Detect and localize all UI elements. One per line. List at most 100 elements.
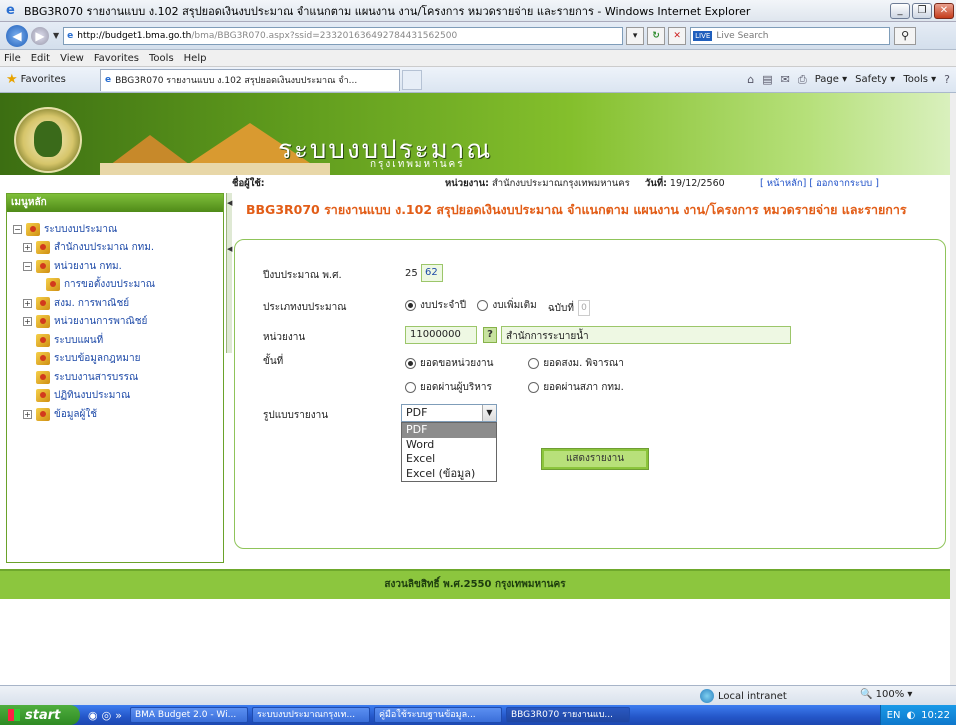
help-icon[interactable]: ? bbox=[944, 73, 950, 86]
collapse-icon[interactable]: − bbox=[23, 261, 32, 271]
sidebar-item[interactable]: − หน่วยงาน กทม. bbox=[13, 257, 223, 276]
menu-node-icon bbox=[36, 259, 50, 273]
language-indicator[interactable]: EN bbox=[887, 710, 901, 721]
format-option-pdf[interactable]: PDF bbox=[402, 423, 496, 438]
safety-menu[interactable]: Safety ▾ bbox=[855, 74, 895, 85]
taskbar-item[interactable]: ระบบงบประมาณกรุงเท... bbox=[251, 707, 370, 723]
search-input[interactable]: LIVE Live Search bbox=[690, 26, 891, 45]
home-icon[interactable]: ⌂ bbox=[747, 73, 754, 86]
stage-unit-request-radio[interactable]: ยอดขอหน่วยงาน bbox=[405, 356, 517, 371]
sidebar-item[interactable]: − ระบบงบประมาณ bbox=[13, 220, 223, 239]
stop-icon[interactable]: ✕ bbox=[668, 26, 687, 45]
date-label: วันที่: bbox=[645, 178, 667, 189]
format-select[interactable]: PDF ▼ bbox=[401, 404, 497, 422]
home-logout-links[interactable]: [ หน้าหลัก] [ ออกจากระบบ ] bbox=[760, 176, 879, 191]
browser-tab[interactable]: e BBG3R070 รายงานแบบ ง.102 สรุปยอดเงินงบ… bbox=[100, 68, 400, 91]
mail-icon[interactable]: ✉ bbox=[781, 73, 790, 86]
menu-favorites[interactable]: Favorites bbox=[94, 53, 139, 64]
unit-value: สำนักงบประมาณกรุงเทพมหานคร bbox=[491, 178, 630, 189]
tray-icon[interactable]: ◐ bbox=[906, 710, 915, 721]
address-bar: ◀ ▶ ▼ e http://budget1.bma.go.th /bma/BB… bbox=[0, 22, 956, 50]
expand-icon[interactable]: + bbox=[23, 243, 32, 253]
url-host: http://budget1.bma.go.th bbox=[77, 30, 192, 41]
quick-launch: ◉ ◎ » bbox=[88, 709, 122, 722]
fiscal-year-label: ปีงบประมาณ พ.ศ. bbox=[263, 270, 342, 281]
sidebar-item[interactable]: ระบบแผนที่ bbox=[13, 331, 223, 350]
refresh-icon[interactable]: ↻ bbox=[647, 26, 666, 45]
format-option-excel-data[interactable]: Excel (ข้อมูล) bbox=[402, 467, 496, 482]
favorites-button[interactable]: ★ Favorites bbox=[6, 72, 86, 87]
menu-help[interactable]: Help bbox=[184, 53, 207, 64]
expand-icon[interactable]: + bbox=[23, 409, 32, 419]
url-input[interactable]: e http://budget1.bma.go.th /bma/BBG3R070… bbox=[63, 26, 624, 45]
sidebar-item[interactable]: ระบบงานสารบรรณ bbox=[13, 368, 223, 387]
taskbar-item-active[interactable]: BBG3R070 รายงานแบ... bbox=[505, 707, 630, 723]
sidebar-item[interactable]: + ข้อมูลผู้ใช้ bbox=[13, 405, 223, 424]
sidebar-item[interactable]: การขอตั้งงบประมาณ bbox=[13, 276, 223, 295]
budget-type-annual-radio[interactable]: งบประจำปี bbox=[405, 298, 466, 313]
quick-launch-icon[interactable]: » bbox=[115, 709, 122, 722]
report-form: ปีงบประมาณ พ.ศ. 25 62 ประเภทงบประมาณ งบป… bbox=[234, 239, 946, 549]
search-icon[interactable]: ⚲ bbox=[894, 26, 917, 45]
sidebar-item[interactable]: + สงม. การพาณิชย์ bbox=[13, 294, 223, 313]
format-option-excel[interactable]: Excel bbox=[402, 452, 496, 467]
forward-button[interactable]: ▶ bbox=[31, 26, 49, 45]
minimize-button[interactable]: _ bbox=[890, 2, 910, 19]
zoom-level[interactable]: 🔍 100% ▾ bbox=[860, 689, 912, 700]
bma-seal-logo bbox=[14, 107, 82, 173]
menu-view[interactable]: View bbox=[60, 53, 84, 64]
new-tab-button[interactable] bbox=[402, 69, 422, 90]
collapse-icon[interactable]: − bbox=[13, 224, 22, 234]
stage-executive-radio[interactable]: ยอดผ่านผู้บริหาร bbox=[405, 380, 517, 395]
page-scrollbar[interactable] bbox=[950, 93, 956, 685]
sidebar-collapse-handle[interactable]: ◀ ◀ bbox=[226, 193, 232, 353]
menu-node-icon bbox=[36, 315, 50, 329]
page-menu[interactable]: Page ▾ bbox=[815, 74, 847, 85]
taskbar-item[interactable]: BMA Budget 2.0 - Wi... bbox=[129, 707, 248, 723]
quick-launch-icon[interactable]: ◉ bbox=[88, 709, 98, 722]
menu-edit[interactable]: Edit bbox=[31, 53, 50, 64]
fiscal-year-input[interactable]: 62 bbox=[421, 264, 443, 282]
feeds-icon[interactable]: ▤ bbox=[762, 73, 772, 86]
collapse-arrow-icon[interactable]: ◀ bbox=[227, 245, 232, 253]
taskbar-item[interactable]: คู่มือใช้ระบบฐานข้อมูล... bbox=[373, 707, 502, 723]
format-option-word[interactable]: Word bbox=[402, 438, 496, 453]
stage-council-radio[interactable]: ยอดผ่านสภา กทม. bbox=[528, 380, 624, 395]
tools-menu[interactable]: Tools ▾ bbox=[903, 74, 936, 85]
menu-tree: − ระบบงบประมาณ + สำนักงบประมาณ กทม. − หน่วยงา… bbox=[7, 212, 223, 424]
menu-file[interactable]: File bbox=[4, 53, 21, 64]
expand-icon[interactable]: + bbox=[23, 317, 32, 327]
unit-code-input[interactable]: 11000000 bbox=[405, 326, 477, 344]
edition-input[interactable]: 0 bbox=[577, 300, 590, 316]
format-dropdown-list: PDF Word Excel Excel (ข้อมูล) bbox=[401, 422, 497, 482]
sidebar-item-label: ระบบงานสารบรรณ bbox=[54, 371, 139, 383]
sidebar-item[interactable]: + สำนักงบประมาณ กทม. bbox=[13, 239, 223, 258]
quick-launch-icon[interactable]: ◎ bbox=[102, 709, 112, 722]
show-report-button[interactable]: แสดงรายงาน bbox=[541, 448, 649, 470]
tab-title: BBG3R070 รายงานแบบ ง.102 สรุปยอดเงินงบปร… bbox=[115, 76, 358, 86]
sidebar-item[interactable]: ปฏิทินงบประมาณ bbox=[13, 387, 223, 406]
menu-node-icon bbox=[36, 241, 50, 255]
sidebar-item[interactable]: ระบบข้อมูลกฎหมาย bbox=[13, 350, 223, 369]
menu-tools[interactable]: Tools bbox=[149, 53, 174, 64]
chevron-down-icon[interactable]: ▼ bbox=[482, 405, 496, 421]
sidebar-item[interactable]: + หน่วยงานการพาณิชย์ bbox=[13, 313, 223, 332]
window-titlebar: e BBG3R070 รายงานแบบ ง.102 สรุปยอดเงินงบ… bbox=[0, 0, 956, 22]
site-subtitle: กรุงเทพมหานคร bbox=[370, 159, 465, 170]
unit-lookup-button[interactable]: ? bbox=[483, 327, 497, 343]
menu-node-icon bbox=[36, 407, 50, 421]
budget-type-additional-radio[interactable]: งบเพิ่มเติม bbox=[477, 298, 537, 313]
print-icon[interactable]: ⎙ bbox=[798, 73, 807, 87]
url-dropdown-icon[interactable]: ▾ bbox=[626, 26, 645, 45]
history-dropdown-icon[interactable]: ▼ bbox=[53, 31, 59, 40]
sidebar-item-label: หน่วยงานการพาณิชย์ bbox=[54, 316, 148, 328]
start-button[interactable]: start bbox=[0, 705, 80, 725]
collapse-arrow-icon[interactable]: ◀ bbox=[227, 199, 232, 207]
expand-icon[interactable]: + bbox=[23, 298, 32, 308]
close-button[interactable]: ✕ bbox=[934, 2, 954, 19]
sidebar: เมนูหลัก − ระบบงบประมาณ + สำนักงบประมาณ กทม… bbox=[6, 193, 224, 563]
stage-committee-radio[interactable]: ยอดสงม. พิจารณา bbox=[528, 356, 624, 371]
unit-field-label: หน่วยงาน bbox=[263, 332, 306, 343]
restore-button[interactable]: ❐ bbox=[912, 2, 932, 19]
back-button[interactable]: ◀ bbox=[6, 24, 28, 47]
